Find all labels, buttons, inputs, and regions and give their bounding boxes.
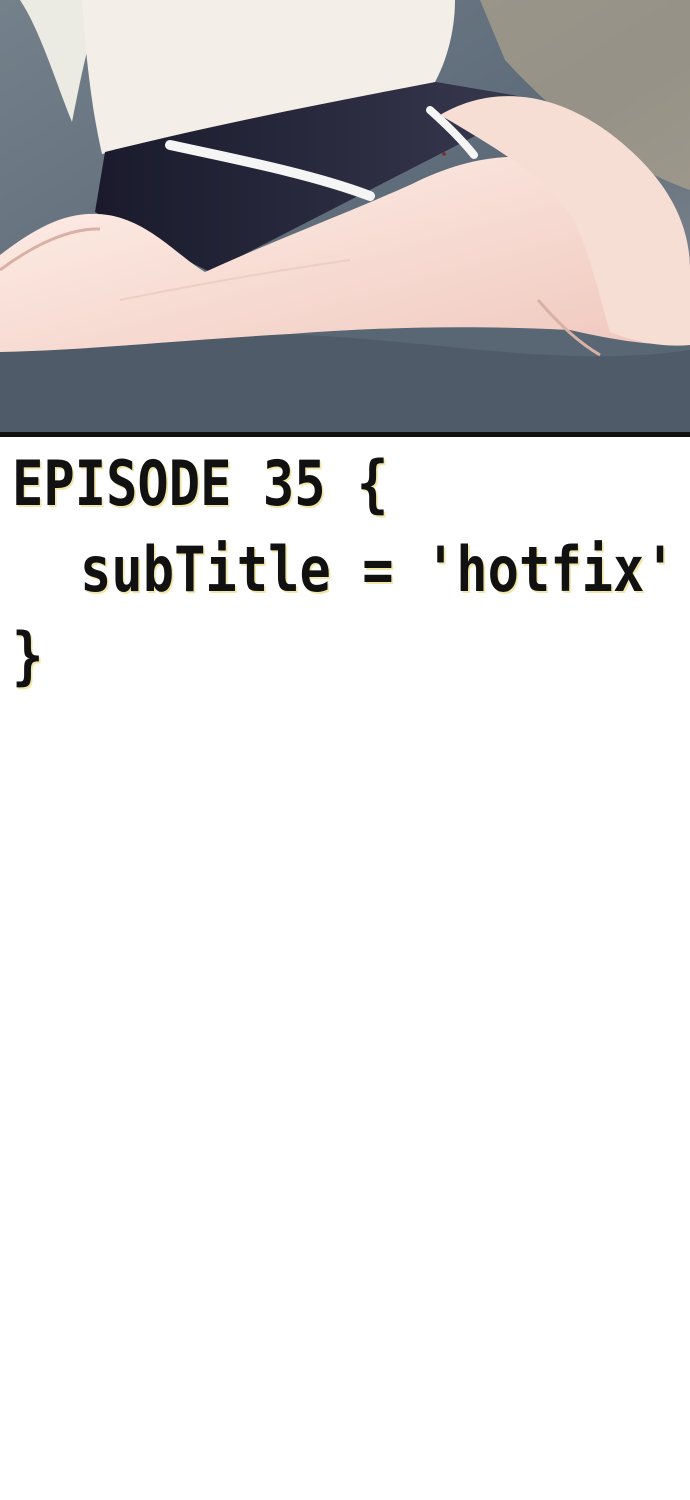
illustrated-legs-on-sofa-icon	[0, 0, 690, 434]
episode-title: EPISODE 35 { subTitle = 'hotfix' }	[0, 440, 690, 700]
episode-title-line-1: EPISODE 35 {	[12, 447, 389, 520]
panel-border	[0, 432, 690, 437]
episode-subtitle-line: subTitle = 'hotfix'	[80, 533, 676, 606]
illustration-panel	[0, 0, 690, 434]
webtoon-page: EPISODE 35 { subTitle = 'hotfix' }	[0, 0, 690, 1500]
episode-title-line-3: }	[12, 619, 44, 692]
